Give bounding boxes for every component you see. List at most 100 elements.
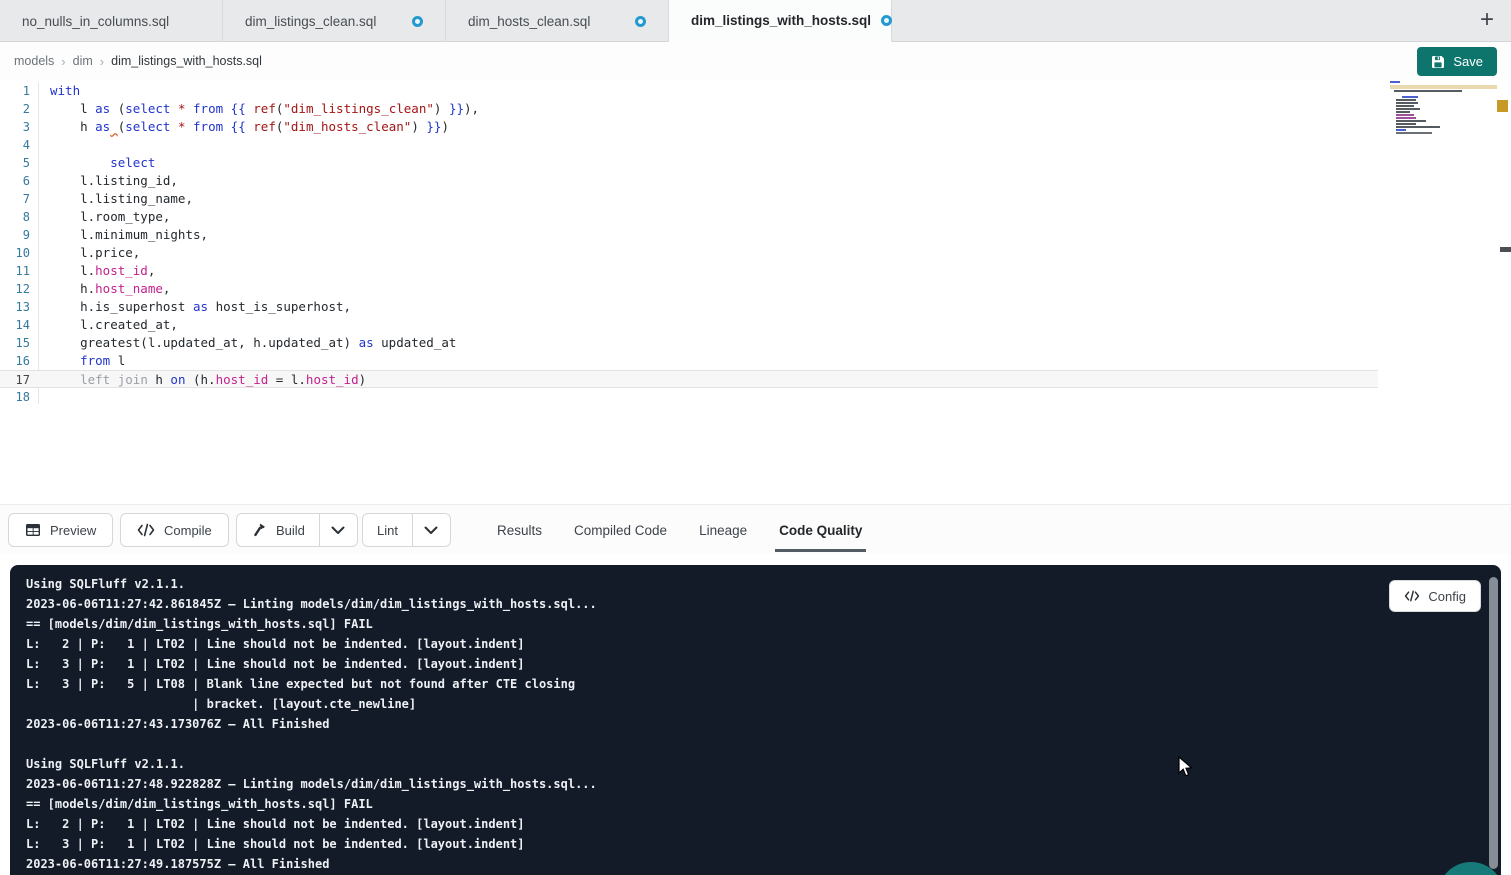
code-text [30, 136, 50, 154]
config-label: Config [1428, 589, 1466, 604]
code-line[interactable]: 16 from l [0, 352, 1378, 370]
panel-tab-results[interactable]: Results [497, 505, 542, 555]
code-text: l.minimum_nights, [30, 226, 208, 244]
line-number: 18 [0, 388, 30, 406]
code-line[interactable]: 18 [0, 388, 1378, 406]
file-tab[interactable]: dim_listings_with_hosts.sql [669, 0, 892, 42]
terminal-line: L: 3 | P: 1 | LT02 | Line should not be … [26, 654, 1485, 674]
code-line[interactable]: 1with [0, 82, 1378, 100]
minimap[interactable] [1390, 81, 1497, 205]
code-text: l as (select * from {{ ref("dim_listings… [30, 100, 479, 118]
breadcrumb-item[interactable]: models [14, 54, 54, 68]
minimap-line [1396, 102, 1418, 104]
file-tab[interactable]: no_nulls_in_columns.sql [0, 0, 223, 42]
minimap-highlight-band [1390, 85, 1497, 89]
panel-tab-lineage[interactable]: Lineage [699, 505, 747, 555]
line-number: 2 [0, 100, 30, 118]
code-brackets-icon [1404, 590, 1420, 602]
terminal-line: 2023-06-06T11:27:48.922828Z — Linting mo… [26, 774, 1485, 794]
code-line[interactable]: 10 l.price, [0, 244, 1378, 262]
code-line[interactable]: 5 select [0, 154, 1378, 172]
terminal-output-panel: Using SQLFluff v2.1.1.2023-06-06T11:27:4… [10, 565, 1501, 875]
line-number: 8 [0, 208, 30, 226]
file-tab-label: no_nulls_in_columns.sql [22, 14, 169, 29]
code-line[interactable]: 15 greatest(l.updated_at, h.updated_at) … [0, 334, 1378, 352]
lint-config-button[interactable]: Config [1389, 580, 1481, 612]
code-text: l.listing_id, [30, 172, 178, 190]
code-text: l.host_id, [30, 262, 155, 280]
terminal-line: | bracket. [layout.cte_newline] [26, 694, 1485, 714]
code-text: greatest(l.updated_at, h.updated_at) as … [30, 334, 456, 352]
terminal-line: L: 3 | P: 1 | LT02 | Line should not be … [26, 834, 1485, 854]
line-number: 4 [0, 136, 30, 154]
new-tab-button[interactable]: + [1471, 4, 1503, 36]
code-text: h.host_name, [30, 280, 170, 298]
breadcrumb-item[interactable]: dim_listings_with_hosts.sql [111, 54, 262, 68]
terminal-line: L: 3 | P: 5 | LT08 | Blank line expected… [26, 674, 1485, 694]
minimap-line [1396, 105, 1414, 107]
dbt-ide-window: no_nulls_in_columns.sql dim_listings_clea… [0, 0, 1511, 875]
code-line[interactable]: 17 left join h on (h.host_id = l.host_id… [0, 370, 1378, 388]
overview-warning-marker [1497, 100, 1508, 112]
action-toolbar: Preview Compile Build Lint [0, 504, 1511, 554]
code-line[interactable]: 2 l as (select * from {{ ref("dim_listin… [0, 100, 1378, 118]
unsaved-changes-dot-icon [635, 16, 646, 27]
code-text: with [30, 82, 80, 100]
line-number: 16 [0, 352, 30, 370]
breadcrumb: models›dim›dim_listings_with_hosts.sql [14, 54, 262, 69]
save-button[interactable]: Save [1417, 47, 1497, 76]
breadcrumb-item[interactable]: dim [73, 54, 93, 68]
terminal-scrollbar[interactable] [1489, 577, 1498, 869]
compile-button[interactable]: Compile [120, 513, 229, 547]
minimap-line [1402, 96, 1418, 98]
preview-label: Preview [50, 523, 96, 538]
terminal-line: L: 2 | P: 1 | LT02 | Line should not be … [26, 634, 1485, 654]
breadcrumb-separator: › [100, 54, 104, 69]
preview-button[interactable]: Preview [8, 513, 113, 547]
minimap-line [1396, 126, 1440, 128]
hammer-icon [251, 522, 267, 538]
panel-tab-compiled-code[interactable]: Compiled Code [574, 505, 667, 555]
line-number: 12 [0, 280, 30, 298]
line-number: 6 [0, 172, 30, 190]
line-number: 3 [0, 118, 30, 136]
code-line[interactable]: 9 l.minimum_nights, [0, 226, 1378, 244]
minimap-line [1396, 123, 1416, 125]
code-line[interactable]: 8 l.room_type, [0, 208, 1378, 226]
build-dropdown-button[interactable] [320, 514, 357, 546]
minimap-line [1396, 120, 1426, 122]
code-line[interactable]: 3 h as (select * from {{ ref("dim_hosts_… [0, 118, 1378, 136]
line-number: 5 [0, 154, 30, 172]
unsaved-changes-dot-icon [412, 16, 423, 27]
code-text: l.room_type, [30, 208, 170, 226]
file-tab-bar: no_nulls_in_columns.sql dim_listings_clea… [0, 0, 1511, 42]
file-tab[interactable]: dim_listings_clean.sql [223, 0, 446, 42]
code-line[interactable]: 12 h.host_name, [0, 280, 1378, 298]
code-editor[interactable]: 1with2 l as (select * from {{ ref("dim_l… [0, 80, 1511, 504]
code-line[interactable]: 14 l.created_at, [0, 316, 1378, 334]
save-label: Save [1453, 54, 1483, 69]
code-line[interactable]: 4 [0, 136, 1378, 154]
line-number: 7 [0, 190, 30, 208]
code-line[interactable]: 6 l.listing_id, [0, 172, 1378, 190]
chevron-down-icon [424, 526, 438, 535]
build-split-button: Build [236, 513, 358, 547]
code-text: left join h on (h.host_id = l.host_id) [30, 371, 366, 387]
lint-dropdown-button[interactable] [413, 514, 450, 546]
lint-button[interactable]: Lint [363, 514, 413, 546]
minimap-line [1396, 132, 1432, 134]
panel-tab-code-quality[interactable]: Code Quality [779, 505, 862, 555]
terminal-line: 2023-06-06T11:27:43.173076Z — All Finish… [26, 714, 1485, 734]
overview-scroll-marker [1500, 247, 1511, 252]
code-line[interactable]: 7 l.listing_name, [0, 190, 1378, 208]
file-tab[interactable]: dim_hosts_clean.sql [446, 0, 669, 42]
minimap-line [1396, 114, 1414, 116]
build-button[interactable]: Build [237, 514, 320, 546]
file-tab-label: dim_listings_clean.sql [245, 14, 376, 29]
code-line[interactable]: 11 l.host_id, [0, 262, 1378, 280]
minimap-line [1396, 117, 1416, 119]
result-panel-tabs: Results Compiled Code Lineage Code Quality [497, 505, 862, 555]
minimap-line [1396, 99, 1416, 101]
chevron-down-icon [331, 526, 345, 535]
code-line[interactable]: 13 h.is_superhost as host_is_superhost, [0, 298, 1378, 316]
